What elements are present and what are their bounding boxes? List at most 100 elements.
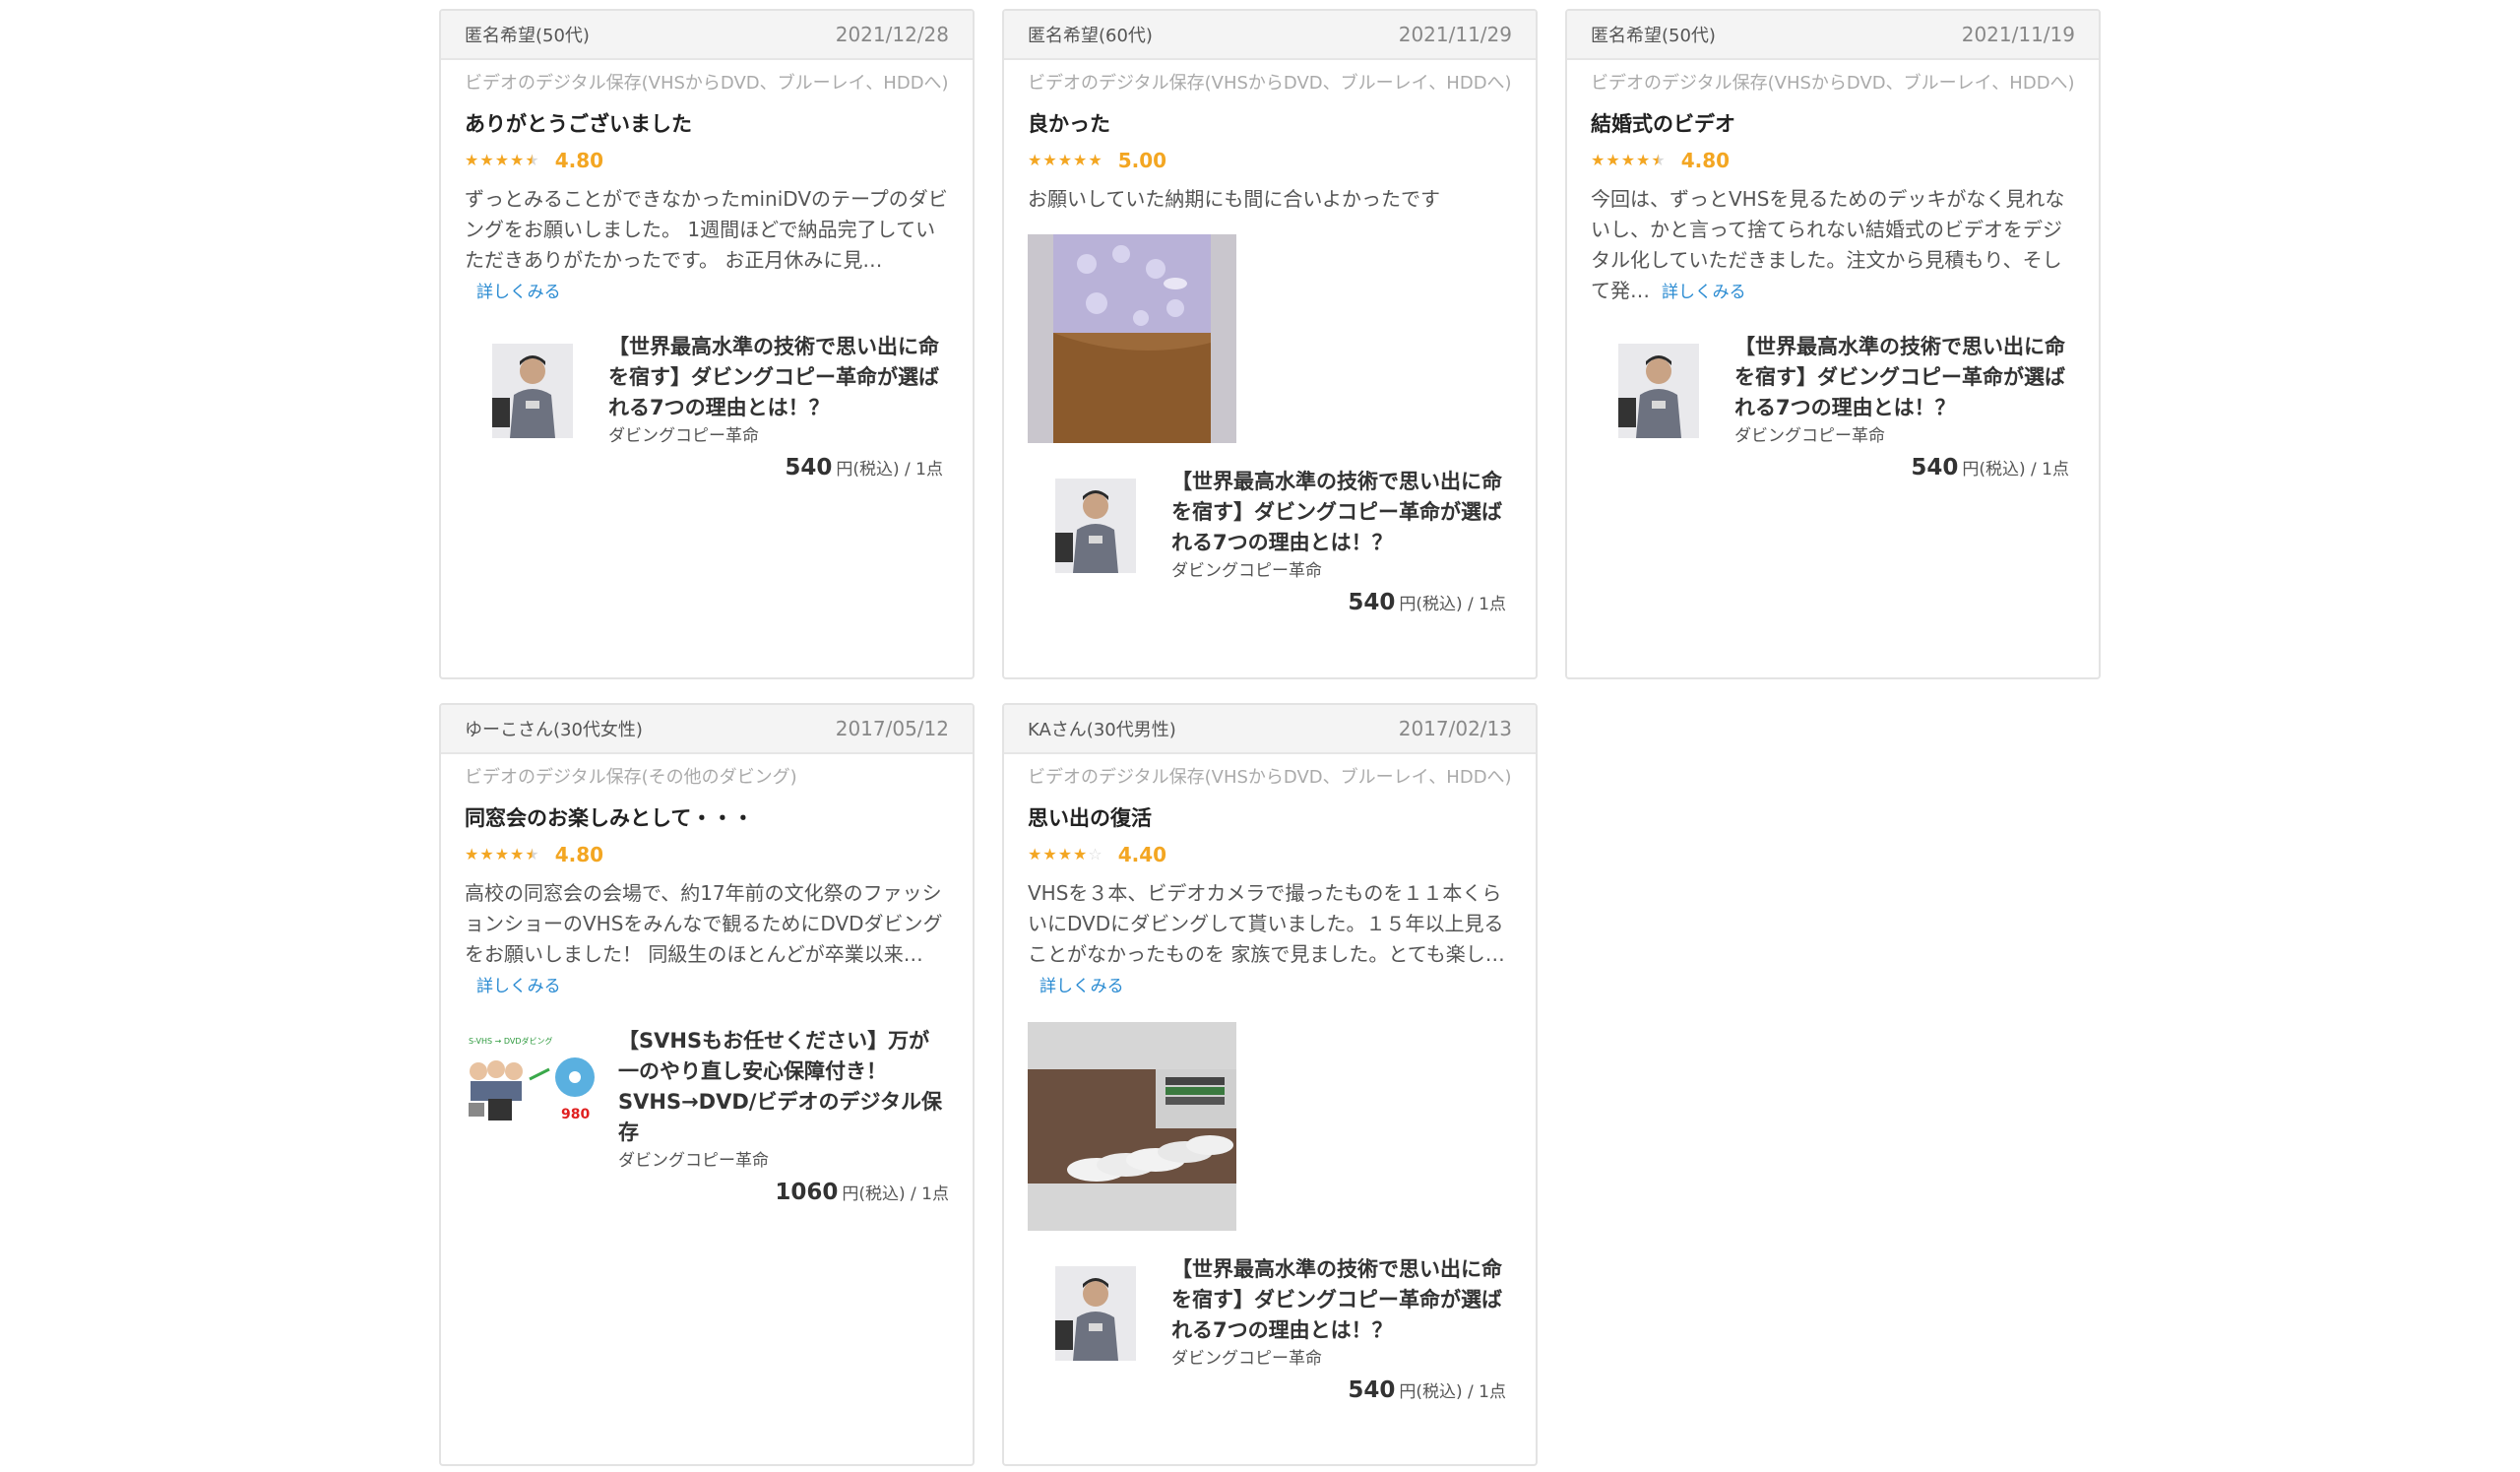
read-more-link[interactable]: 詳しくみる	[1662, 283, 1746, 302]
product-link[interactable]: 【世界最高水準の技術で思い出に命を宿す】ダビングコピー革命が選ばれる7つの理由と…	[1028, 467, 1512, 615]
star-icon: ★	[494, 151, 510, 169]
disc-box-photo-icon	[1028, 1022, 1236, 1231]
rating-score: 4.40	[1117, 843, 1167, 866]
star-icon: ★	[510, 845, 525, 864]
review-card-header: 匿名希望(60代) 2021/11/29	[1004, 11, 1536, 60]
product-title[interactable]: 【世界最高水準の技術で思い出に命を宿す】ダビングコピー革命が選ばれる7つの理由と…	[1171, 467, 1506, 558]
review-category: ビデオのデジタル保存(VHSからDVD、ブルーレイ、HDDへ)	[465, 73, 949, 94]
read-more-link[interactable]: 詳しくみる	[476, 977, 561, 996]
review-card: 匿名希望(60代) 2021/11/29 ビデオのデジタル保存(VHSからDVD…	[1002, 9, 1538, 679]
product-thumbnail[interactable]	[1055, 1266, 1136, 1361]
review-body: VHSを３本、ビデオカメラで撮ったものを１１本くらいにDVDにダビングして貰いま…	[1028, 881, 1505, 966]
price-value: 540	[1348, 1377, 1396, 1403]
rating-score: 4.80	[554, 843, 604, 866]
review-rating: ★ ★ ★ ★ ☆ 4.40	[1028, 843, 1512, 866]
reviewer-name: 匿名希望(50代)	[1591, 26, 1716, 46]
product-title[interactable]: 【世界最高水準の技術で思い出に命を宿す】ダビングコピー革命が選ばれる7つの理由と…	[1171, 1254, 1506, 1346]
star-icon: ★	[1088, 151, 1102, 169]
product-price: 540 円(税込) / 1点	[608, 455, 943, 480]
price-unit: 円(税込) / 1点	[836, 460, 943, 480]
review-card: 匿名希望(50代) 2021/12/28 ビデオのデジタル保存(VHSからDVD…	[439, 9, 975, 679]
product-price: 540 円(税込) / 1点	[1734, 455, 2069, 480]
star-icon: ★	[1591, 151, 1606, 169]
product-price: 540 円(税込) / 1点	[1171, 1377, 1506, 1403]
product-price: 540 円(税込) / 1点	[1171, 590, 1506, 615]
price-value: 540	[785, 455, 833, 480]
shop-name: ダビングコピー革命	[1171, 1349, 1322, 1369]
star-empty-icon: ☆	[1088, 845, 1102, 864]
reviewer-name: KAさん(30代男性)	[1028, 720, 1176, 740]
review-text: 高校の同窓会の会場で、約17年前の文化祭のファッションショーのVHSをみんなで観…	[465, 878, 949, 1002]
star-icon: ★	[1028, 151, 1042, 169]
review-category: ビデオのデジタル保存(その他のダビング)	[465, 767, 797, 788]
product-thumbnail[interactable]: S-VHS → DVDダビング 980	[465, 1034, 602, 1128]
reviewer-name: 匿名希望(50代)	[465, 26, 590, 46]
review-date: 2017/02/13	[1398, 717, 1512, 740]
review-title: 思い出の復活	[1028, 806, 1152, 830]
review-title: 結婚式のビデオ	[1591, 112, 1735, 136]
rating-score: 4.80	[554, 149, 604, 172]
price-unit: 円(税込) / 1点	[1962, 460, 2069, 480]
star-icon: ★	[1073, 845, 1088, 864]
star-icon: ★	[1042, 845, 1057, 864]
svhs-dvd-banner-icon: S-VHS → DVDダビング 980	[465, 1034, 602, 1128]
rating-stars: ★ ★ ★ ★ ★	[1028, 153, 1102, 168]
reviewer-name: 匿名希望(60代)	[1028, 26, 1153, 46]
star-icon: ★	[1636, 151, 1651, 169]
product-link[interactable]: 【世界最高水準の技術で思い出に命を宿す】ダビングコピー革命が選ばれる7つの理由と…	[1591, 332, 2075, 480]
product-thumbnail[interactable]	[1055, 479, 1136, 573]
product-thumbnail[interactable]	[1618, 344, 1699, 438]
review-body: ずっとみることができなかったminiDVのテープのダビングをお願いしました。 1…	[465, 187, 948, 272]
review-date: 2021/11/19	[1961, 23, 2075, 46]
review-card: ゆーこさん(30代女性) 2017/05/12 ビデオのデジタル保存(その他のダ…	[439, 703, 975, 1466]
product-thumbnail[interactable]	[492, 344, 573, 438]
thumb-banner-label: S-VHS → DVDダビング	[469, 1036, 553, 1046]
star-icon: ★	[510, 151, 525, 169]
rating-stars: ★ ★ ★ ★ ★	[465, 153, 539, 168]
rating-stars: ★ ★ ★ ★ ★	[1591, 153, 1666, 168]
thumb-price-label: 980	[561, 1107, 590, 1122]
review-category: ビデオのデジタル保存(VHSからDVD、ブルーレイ、HDDへ)	[1028, 767, 1512, 788]
product-title[interactable]: 【SVHSもお任せください】万が一のやり直し安心保障付き！SVHS→DVD/ビデ…	[618, 1026, 949, 1148]
person-photo-icon	[492, 344, 573, 438]
read-more-link[interactable]: 詳しくみる	[476, 283, 561, 302]
review-date: 2017/05/12	[835, 717, 949, 740]
review-date: 2021/12/28	[835, 23, 949, 46]
packaged-disc-photo-icon	[1028, 234, 1236, 443]
review-text: VHSを３本、ビデオカメラで撮ったものを１１本くらいにDVDにダビングして貰いま…	[1028, 878, 1512, 1002]
product-link[interactable]: S-VHS → DVDダビング 980 【SVHSもお任せください】万が一のやり…	[465, 1026, 949, 1205]
product-link[interactable]: 【世界最高水準の技術で思い出に命を宿す】ダビングコピー革命が選ばれる7つの理由と…	[1028, 1254, 1512, 1403]
review-date: 2021/11/29	[1398, 23, 1512, 46]
review-body: 高校の同窓会の会場で、約17年前の文化祭のファッションショーのVHSをみんなで観…	[465, 881, 943, 966]
shop-name: ダビングコピー革命	[1734, 426, 1885, 446]
product-title[interactable]: 【世界最高水準の技術で思い出に命を宿す】ダビングコピー革命が選ばれる7つの理由と…	[608, 332, 943, 423]
product-link[interactable]: 【世界最高水準の技術で思い出に命を宿す】ダビングコピー革命が選ばれる7つの理由と…	[465, 332, 949, 480]
price-unit: 円(税込) / 1点	[1399, 1382, 1506, 1402]
review-title: ありがとうございました	[465, 112, 692, 136]
person-photo-icon	[1055, 479, 1136, 573]
review-text: お願いしていた納期にも間に合いよかったです	[1028, 187, 1440, 211]
review-photo[interactable]	[1028, 1022, 1236, 1231]
star-icon: ★	[1057, 151, 1073, 169]
star-icon: ★	[465, 845, 479, 864]
star-icon: ★	[1620, 151, 1636, 169]
star-icon: ★	[479, 151, 494, 169]
product-price: 1060 円(税込) / 1点	[618, 1180, 949, 1205]
review-card: KAさん(30代男性) 2017/02/13 ビデオのデジタル保存(VHSからD…	[1002, 703, 1538, 1466]
review-photo[interactable]	[1028, 234, 1236, 443]
review-category: ビデオのデジタル保存(VHSからDVD、ブルーレイ、HDDへ)	[1028, 73, 1512, 94]
price-value: 540	[1348, 590, 1396, 615]
review-rating: ★ ★ ★ ★ ★ 4.80	[465, 149, 949, 172]
star-icon: ★	[1606, 151, 1620, 169]
shop-name: ダビングコピー革命	[618, 1151, 769, 1171]
shop-name: ダビングコピー革命	[608, 426, 759, 446]
read-more-link[interactable]: 詳しくみる	[1040, 977, 1124, 996]
review-title: 良かった	[1028, 112, 1110, 136]
review-card-header: ゆーこさん(30代女性) 2017/05/12	[441, 705, 973, 754]
price-unit: 円(税込) / 1点	[842, 1184, 949, 1204]
price-value: 1060	[775, 1180, 839, 1205]
review-rating: ★ ★ ★ ★ ★ 4.80	[1591, 149, 2075, 172]
review-rating: ★ ★ ★ ★ ★ 4.80	[465, 843, 949, 866]
product-title[interactable]: 【世界最高水準の技術で思い出に命を宿す】ダビングコピー革命が選ばれる7つの理由と…	[1734, 332, 2069, 423]
review-title: 同窓会のお楽しみとして・・・	[465, 806, 754, 830]
